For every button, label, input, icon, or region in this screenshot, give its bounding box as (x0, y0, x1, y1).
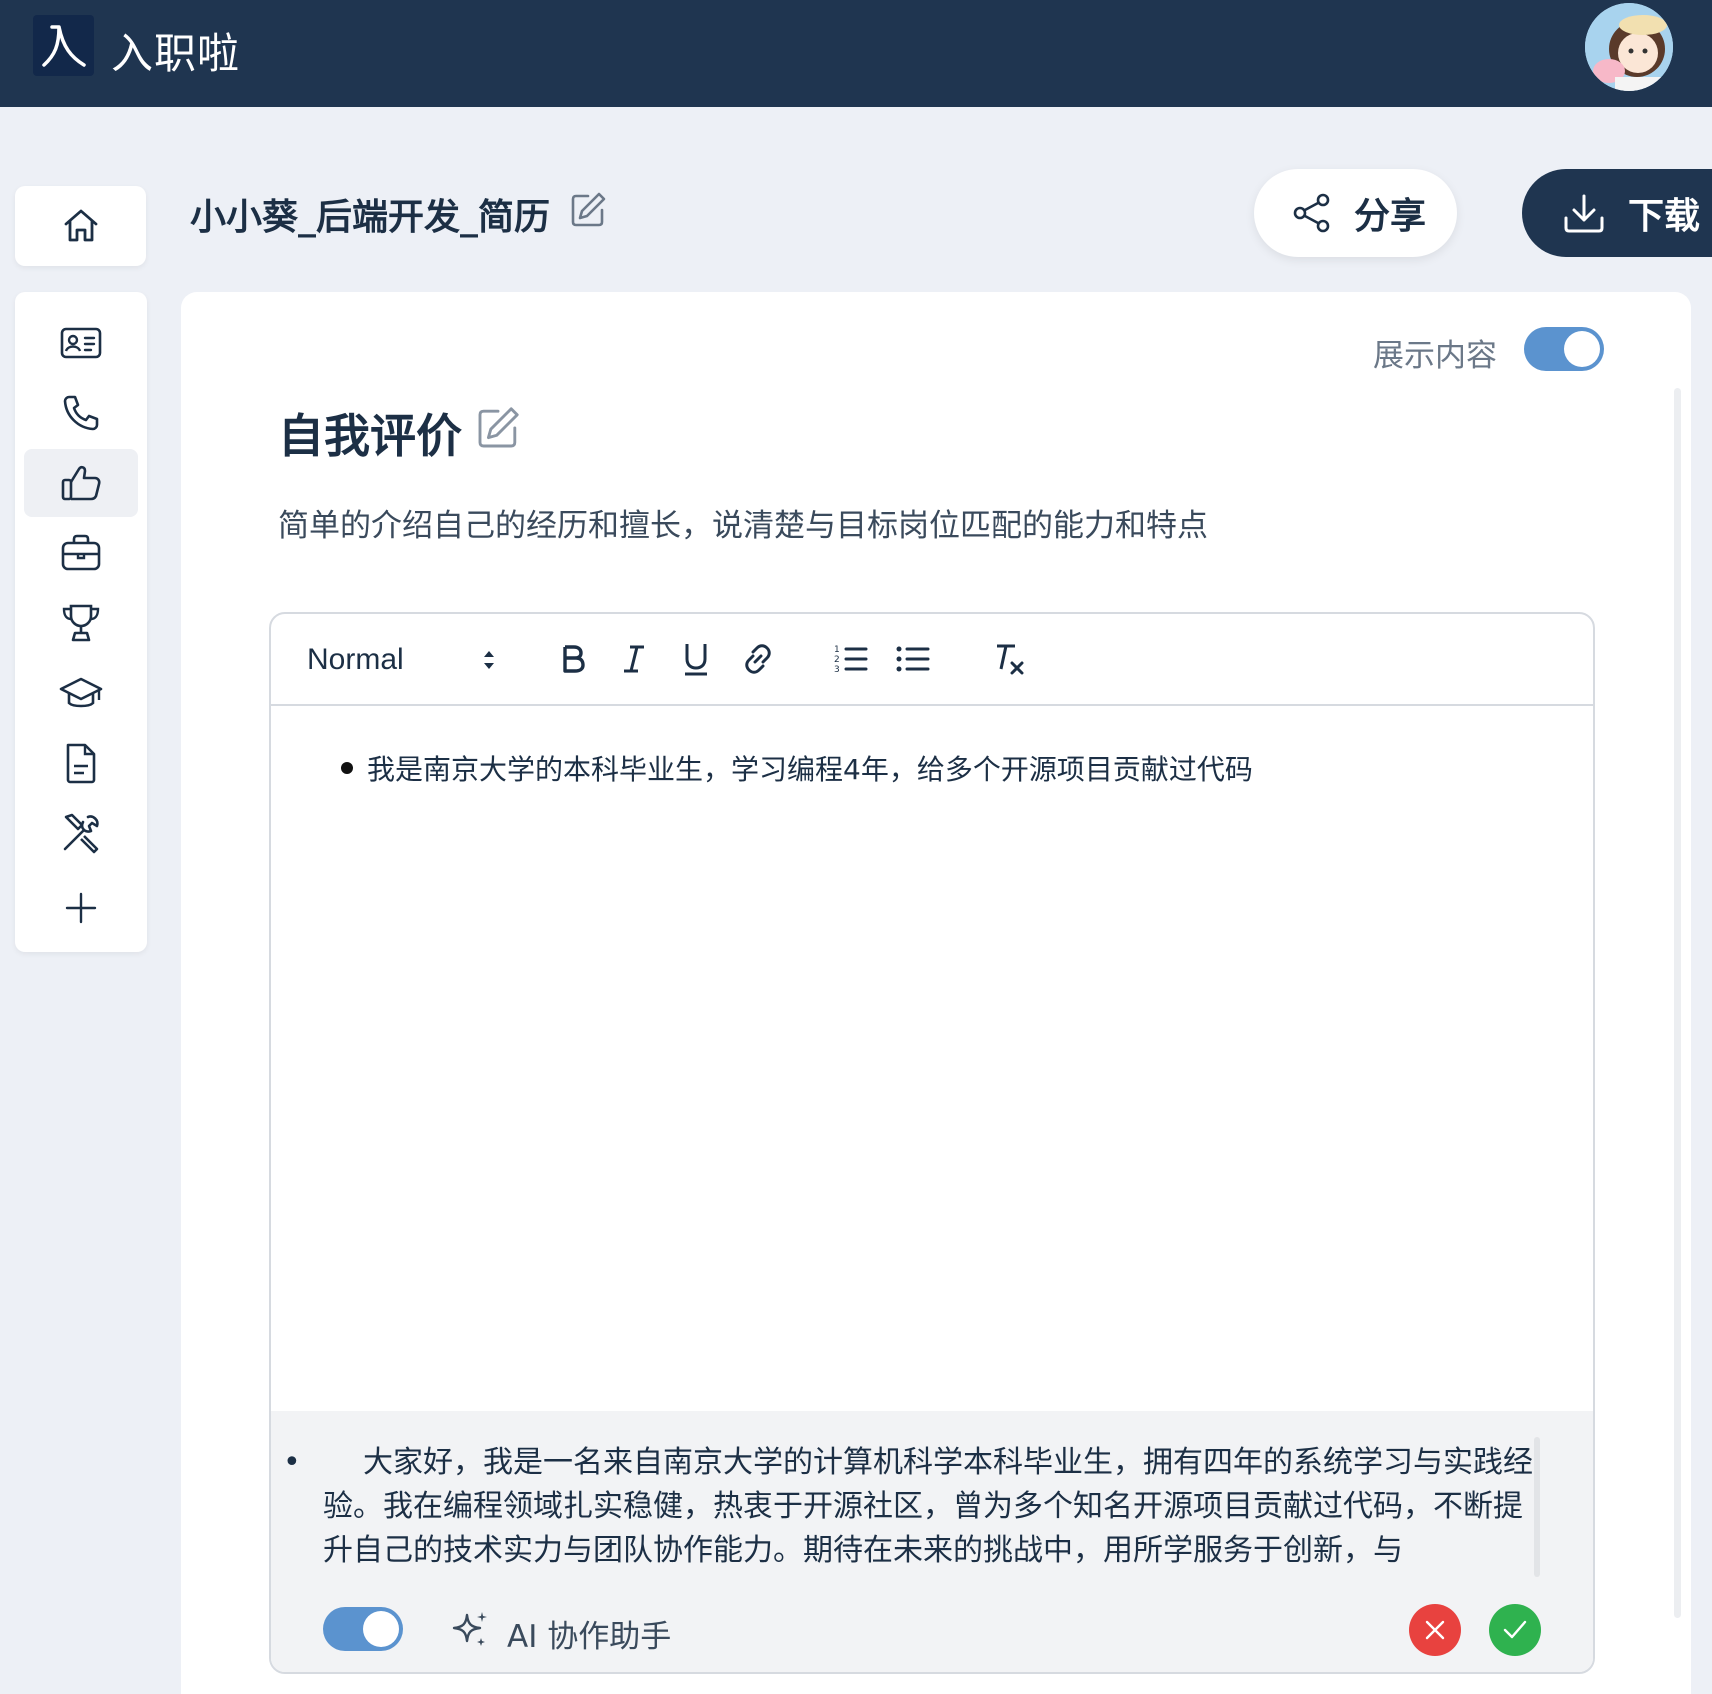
list-item: 我是南京大学的本科毕业生，学习编程4年，给多个开源项目贡献过代码 (341, 748, 1593, 788)
sidebar-item-awards[interactable] (24, 589, 138, 657)
show-content-label: 展示内容 (1373, 338, 1497, 374)
sidebar-item-skills[interactable] (24, 799, 138, 867)
id-card-icon (60, 327, 102, 359)
text-format-value: Normal (307, 643, 404, 676)
sidebar-item-basic-info[interactable] (24, 309, 138, 377)
download-label: 下载 (1628, 196, 1701, 237)
bold-icon (563, 645, 585, 673)
top-bar: 入职啦 (0, 0, 1712, 107)
text-format-select[interactable]: Normal (307, 638, 497, 682)
clear-format-icon (997, 644, 1024, 675)
section-nav (15, 292, 147, 952)
italic-button[interactable] (614, 636, 654, 682)
user-avatar[interactable] (1585, 3, 1673, 91)
share-icon (1293, 193, 1330, 233)
file-icon (66, 743, 96, 784)
sidebar-item-contact[interactable] (24, 379, 138, 447)
select-arrows-icon (484, 651, 494, 669)
trophy-icon (62, 604, 100, 642)
download-icon (1564, 194, 1604, 233)
ai-assistant-label: AI 协作助手 (507, 1619, 672, 1655)
document-title: 小小葵_后端开发_简历 (190, 197, 551, 238)
edit-section-title-button[interactable] (474, 404, 522, 452)
ordered-list-icon: 1 2 3 (834, 645, 868, 675)
sidebar-item-work-experience[interactable] (24, 519, 138, 587)
thumbs-up-icon (61, 465, 101, 501)
editor-toolbar: Normal 1 2 3 (271, 614, 1593, 706)
sidebar-item-self-evaluation[interactable] (24, 449, 138, 517)
svg-text:2: 2 (834, 655, 840, 665)
svg-text:1: 1 (834, 645, 840, 655)
clear-format-button[interactable] (986, 636, 1032, 682)
show-content-toggle[interactable] (1524, 327, 1604, 371)
ordered-list-button[interactable]: 1 2 3 (828, 636, 874, 682)
ai-suggestion-panel: 大家好，我是一名来自南京大学的计算机科学本科毕业生，拥有四年的系统学习与实践经验… (271, 1411, 1593, 1672)
graduation-cap-icon (59, 677, 103, 708)
underline-button[interactable] (676, 636, 716, 682)
accept-suggestion-button[interactable] (1489, 1604, 1541, 1656)
briefcase-icon (61, 534, 101, 571)
sidebar-item-documents[interactable] (24, 729, 138, 797)
reject-suggestion-button[interactable] (1409, 1604, 1461, 1656)
check-icon (1503, 1620, 1527, 1639)
svg-text:3: 3 (834, 665, 840, 675)
plus-icon (65, 892, 97, 924)
sidebar-item-add-section[interactable] (24, 874, 138, 942)
section-title: 自我评价 (278, 409, 462, 463)
home-button[interactable] (15, 186, 146, 266)
share-label: 分享 (1354, 196, 1427, 237)
underline-icon (685, 644, 707, 676)
ai-suggestion-text: 大家好，我是一名来自南京大学的计算机科学本科毕业生，拥有四年的系统学习与实践经验… (283, 1441, 1537, 1573)
logo-icon (33, 15, 94, 76)
pencil-icon (571, 192, 606, 227)
section-description: 简单的介绍自己的经历和擅长，说清楚与目标岗位匹配的能力和特点 (278, 508, 1208, 544)
pencil-icon (478, 407, 519, 448)
sparkles-icon (449, 1609, 491, 1651)
bullet-list-button[interactable] (890, 636, 936, 682)
scrollbar[interactable] (1674, 388, 1681, 1618)
editor-content[interactable]: 我是南京大学的本科毕业生，学习编程4年，给多个开源项目贡献过代码 (271, 706, 1593, 1316)
italic-icon (624, 645, 644, 673)
share-button[interactable]: 分享 (1254, 169, 1457, 257)
close-icon (1425, 1620, 1445, 1640)
sidebar-item-education[interactable] (24, 659, 138, 727)
rich-text-editor: Normal 1 2 3 我是南京大学的本科毕业生，学习编程4年，给多个开源项目… (269, 612, 1595, 1674)
home-icon (64, 209, 97, 242)
ai-assistant-toggle[interactable] (323, 1607, 403, 1651)
link-icon (745, 644, 771, 674)
tools-icon (63, 813, 99, 854)
ai-suggestion-scrollbar[interactable] (1534, 1437, 1540, 1577)
phone-icon (63, 395, 99, 431)
link-button[interactable] (737, 636, 779, 682)
edit-title-button[interactable] (568, 190, 608, 230)
bold-button[interactable] (553, 636, 593, 682)
bullet-list-icon (896, 646, 930, 672)
app-title: 入职啦 (111, 29, 241, 78)
download-button[interactable]: 下载 (1522, 169, 1712, 257)
